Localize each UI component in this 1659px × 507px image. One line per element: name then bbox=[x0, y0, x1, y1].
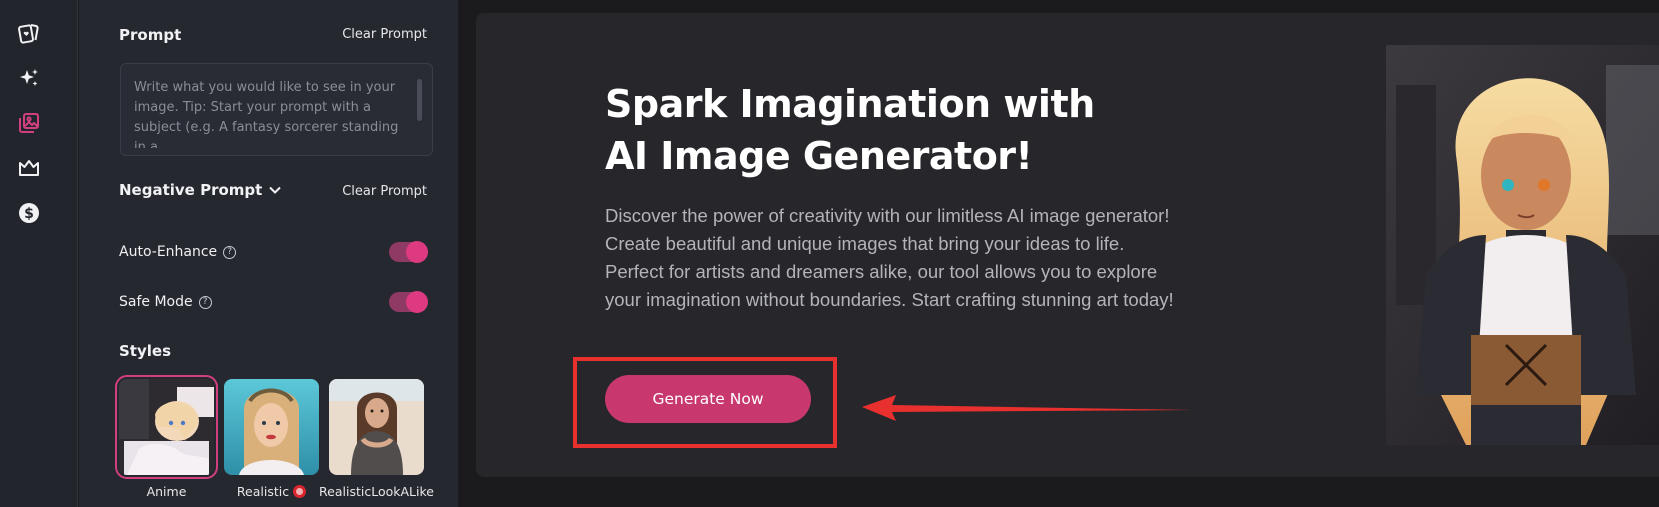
annotation-arrow-icon bbox=[862, 395, 1192, 421]
help-icon[interactable]: ? bbox=[223, 245, 237, 259]
hero-description: Discover the power of creativity with ou… bbox=[605, 205, 1174, 310]
auto-enhance-toggle[interactable] bbox=[389, 241, 428, 263]
hero-illustration bbox=[1386, 45, 1659, 445]
toggle-knob bbox=[406, 241, 428, 263]
clear-negative-prompt-link[interactable]: Clear Prompt bbox=[342, 184, 427, 199]
prompt-input-wrapper bbox=[120, 63, 433, 156]
nsfw-icon bbox=[293, 485, 307, 498]
svg-text:$: $ bbox=[24, 206, 34, 222]
style-label-realisticlookalike: RealisticLookALike bbox=[319, 484, 434, 499]
realisticlookalike-style-thumbnail bbox=[329, 379, 424, 475]
clear-prompt-link[interactable]: Clear Prompt bbox=[342, 27, 427, 42]
gallery-icon[interactable] bbox=[17, 111, 41, 135]
safe-mode-label: Safe Mode bbox=[119, 294, 193, 310]
auto-enhance-row: Auto-Enhance ? bbox=[119, 244, 237, 260]
icon-rail: $ bbox=[0, 0, 78, 507]
realistic-style-thumbnail bbox=[224, 379, 319, 475]
sparkle-icon[interactable] bbox=[17, 66, 41, 90]
style-card-realistic[interactable] bbox=[224, 379, 319, 475]
cards-heart-icon[interactable] bbox=[17, 21, 41, 45]
styles-title: Styles bbox=[119, 342, 171, 360]
chevron-down-icon bbox=[269, 186, 282, 194]
style-card-realisticlookalike[interactable] bbox=[329, 379, 424, 475]
anime-style-thumbnail bbox=[119, 379, 214, 475]
prompt-scrollbar[interactable] bbox=[417, 79, 422, 121]
help-icon[interactable]: ? bbox=[198, 295, 212, 309]
toggle-knob bbox=[406, 291, 428, 313]
generate-now-button[interactable]: Generate Now bbox=[605, 375, 811, 423]
style-label-anime: Anime bbox=[146, 484, 187, 499]
anime-character-illustration bbox=[1386, 45, 1659, 445]
safe-mode-toggle[interactable] bbox=[389, 291, 428, 313]
dollar-icon[interactable]: $ bbox=[17, 201, 41, 225]
safe-mode-row: Safe Mode ? bbox=[119, 294, 212, 310]
prompt-title: Prompt bbox=[119, 26, 182, 44]
hero-card: Spark Imagination with AI Image Generato… bbox=[476, 13, 1659, 477]
negative-prompt-toggle[interactable]: Negative Prompt bbox=[119, 181, 282, 199]
style-label-realistic-wrap: Realistic bbox=[224, 484, 319, 499]
crown-icon[interactable] bbox=[17, 156, 41, 180]
prompt-input[interactable] bbox=[134, 78, 406, 148]
hero-title: Spark Imagination with AI Image Generato… bbox=[605, 82, 1095, 178]
style-label-realistic: Realistic bbox=[236, 484, 290, 499]
negative-prompt-title: Negative Prompt bbox=[119, 181, 263, 199]
settings-panel: Prompt Clear Prompt Negative Prompt Clea… bbox=[79, 0, 458, 507]
auto-enhance-label: Auto-Enhance bbox=[119, 244, 218, 260]
style-card-anime[interactable] bbox=[115, 375, 218, 479]
